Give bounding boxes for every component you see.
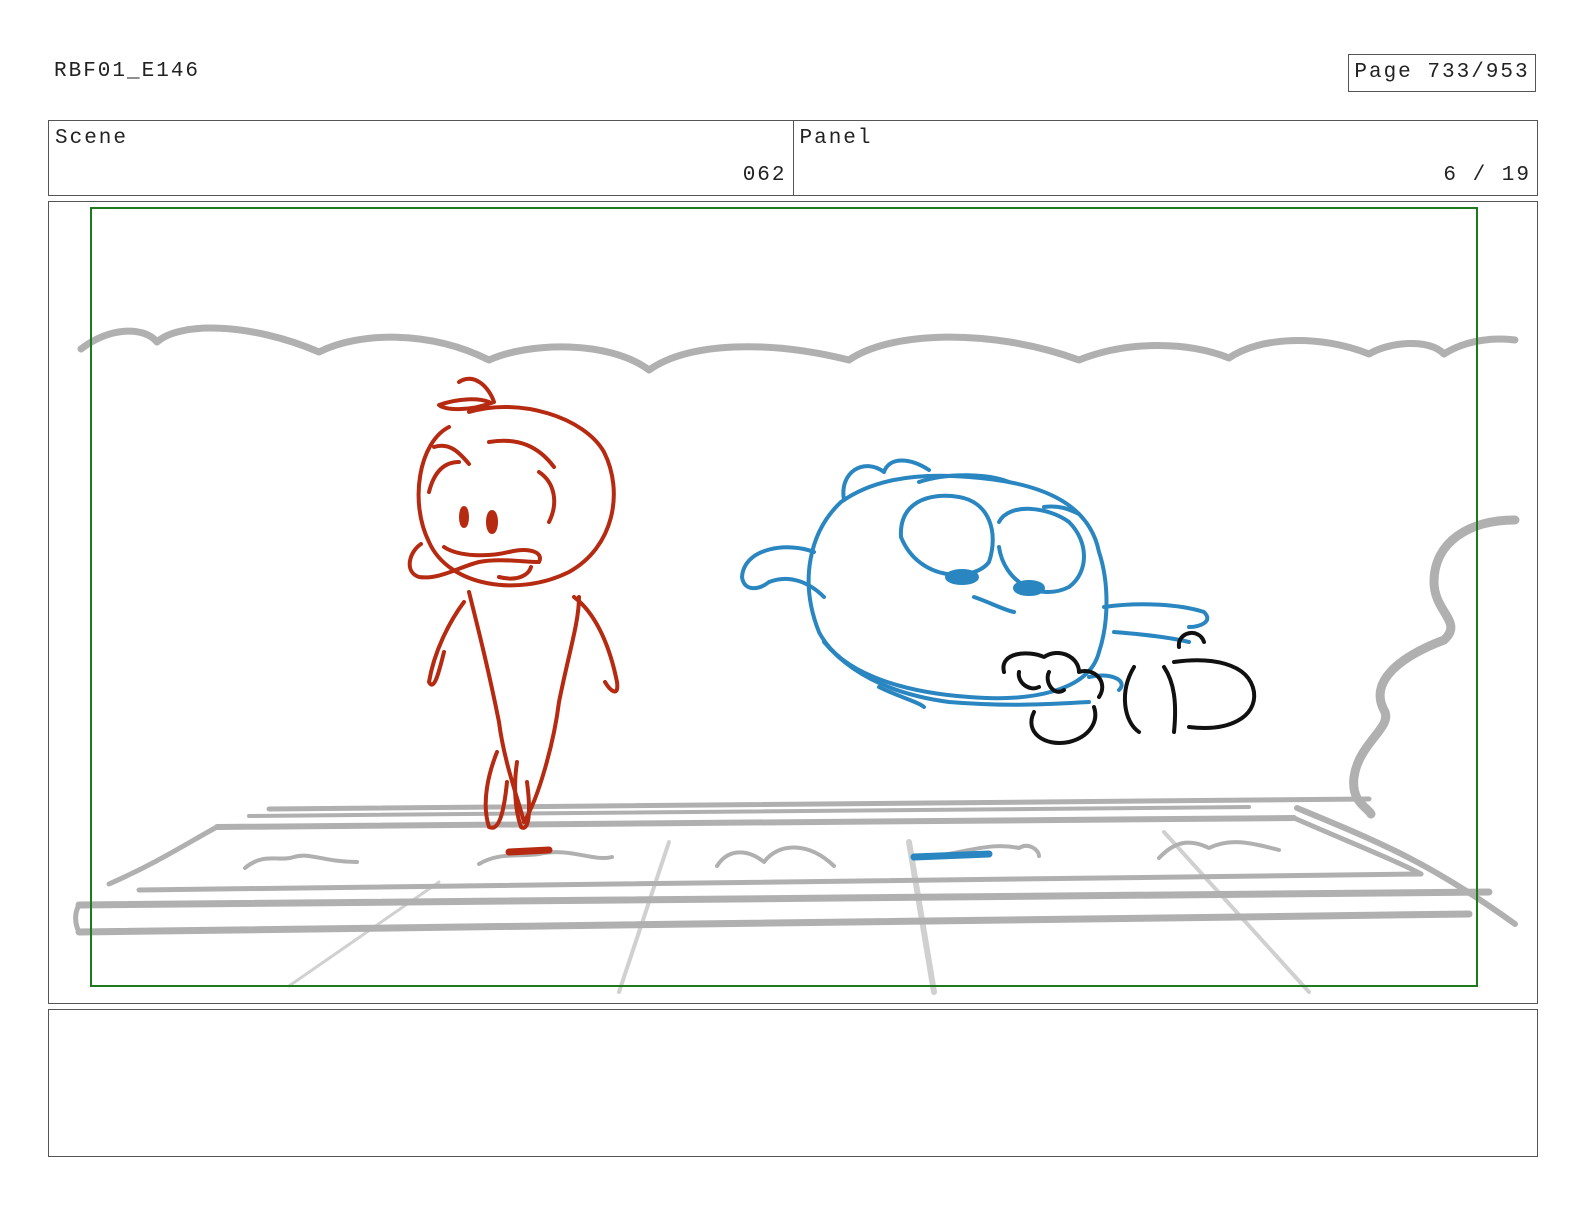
notes-box [48,1009,1538,1157]
safe-area-frame [90,207,1478,987]
blue-shadow [910,850,993,861]
info-row: Scene 062 Panel 6 / 19 [48,120,1538,196]
hand-fingers [1172,658,1257,730]
blue-eye-left-ring [898,493,995,577]
blue-pupil-right [1013,580,1045,596]
blue-character [740,458,1210,861]
floor-line-3 [906,839,937,995]
doc-id: RBF01_E146 [54,60,201,83]
red-brow-extra [427,460,461,494]
panel-drawing [73,207,1520,995]
red-hair [437,376,496,412]
cloud-line [77,324,1519,374]
red-brow-right [487,438,556,469]
panel-cell: Panel 6 / 19 [792,121,1538,195]
blue-cheek-line [972,595,1016,614]
blue-pupil-left [945,569,979,585]
red-eye-right [486,510,498,534]
red-eye-left [459,506,469,528]
storyboard-panel [48,201,1538,1004]
floor-line-4 [1162,830,1311,994]
red-arm-left [427,600,466,687]
squiggle-2 [477,850,614,866]
panel-label: Panel [799,127,873,150]
squiggle-3 [715,845,836,868]
stage-top-3 [214,815,1297,830]
stage-front [75,888,1493,909]
blue-eye-right-ring [997,506,1086,594]
scene-cell: Scene 062 [49,121,793,195]
stage-right-edge [1291,815,1424,877]
red-head [416,404,616,588]
red-cheek [537,470,557,524]
hand-cuff [1162,665,1178,734]
red-shadow [505,846,553,856]
panel-number: 6 / 19 [1443,164,1531,187]
red-character [407,376,620,856]
squiggle-1 [243,853,359,870]
red-mouth [497,565,533,581]
blue-fingers [1087,673,1124,692]
red-arm-right [572,595,620,694]
floor-line-2 [617,840,671,994]
stage-bottom [75,910,1473,936]
hands-sketch [1001,631,1257,745]
stage-inner-front [136,871,1424,893]
red-beak [407,542,542,580]
floor-line-1 [287,880,441,988]
background-sketch [73,324,1520,995]
hand-palm [1122,665,1141,734]
stage-left-edge [106,824,220,887]
page-counter: Page 733/953 [1348,54,1536,92]
scene-number: 062 [742,164,787,187]
cloud-side [1349,515,1520,819]
scene-label: Scene [55,127,129,150]
blue-arm-top [1102,602,1210,629]
fist-lower [1029,705,1098,745]
red-leg-left [483,750,509,830]
stage-left-cap [73,902,82,935]
